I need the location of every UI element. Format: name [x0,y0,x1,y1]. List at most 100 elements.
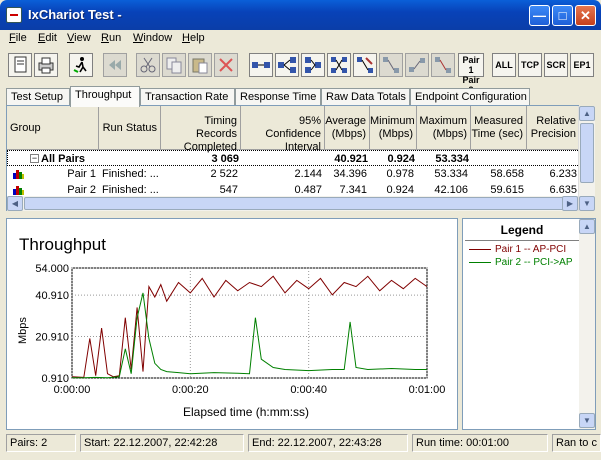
swap-icon[interactable] [327,53,351,77]
run-status: Finished: ... [102,168,159,180]
tab-test-setup[interactable]: Test Setup [6,88,70,106]
add-pair-icon[interactable] [249,53,273,77]
header-average[interactable]: Average (Mbps) [325,106,370,150]
scroll-thumb[interactable] [580,123,594,183]
app-group-icon[interactable] [431,53,455,77]
new-icon[interactable] [8,53,32,77]
menu-bar: File Edit View Run Window Help [0,30,601,48]
legend-scrollbar[interactable]: ▲ ▼ [579,219,595,429]
scroll-thumb[interactable] [24,197,564,210]
filter-tcp-button[interactable]: TCP [518,53,542,77]
scroll-up-icon[interactable]: ▲ [579,106,595,121]
pair-chart-icon [13,185,25,195]
copy-icon[interactable] [162,53,186,77]
minimize-button[interactable]: — [529,5,550,26]
video-icon[interactable] [405,53,429,77]
status-bar: Pairs: 2 Start: 22.12.2007, 22:42:28 End… [0,432,601,460]
collapse-icon[interactable]: − [30,154,39,163]
maximum: 53.334 [434,168,468,180]
filter-scr-button[interactable]: SCR [544,53,568,77]
tab-transaction-rate[interactable]: Transaction Rate [140,88,235,106]
throughput-chart: Throughput Mbps Elapsed time (h:mm:ss) 5… [17,235,446,419]
stop-icon[interactable] [103,53,127,77]
table-row[interactable]: Pair 1 Finished: ... 2 522 2.144 34.396 … [7,166,578,182]
legend-title: Legend [500,223,544,237]
app-icon [6,7,22,23]
voip-icon[interactable] [379,53,403,77]
timing-records: 2 522 [210,168,238,180]
y-axis-label: Mbps [17,317,29,344]
table-vertical-scrollbar[interactable]: ▲ ▼ [578,106,595,211]
all-pairs-minimum: 0.924 [387,153,415,165]
legend-label: Pair 2 -- PCI->AP [495,257,573,268]
all-pairs-average: 40.921 [334,153,368,165]
menu-file[interactable]: File [9,32,27,44]
average: 34.396 [333,168,367,180]
legend-item-pair-2[interactable]: Pair 2 -- PCI->AP [467,257,581,269]
scroll-right-icon[interactable]: ▶ [562,196,578,211]
y-tick-label: 40.910 [35,290,69,302]
pair-chart-icon [13,169,25,179]
header-relative-precision[interactable]: Relative Precision [527,106,578,150]
filter-all-button[interactable]: ALL [492,53,516,77]
all-pairs-timing: 3 069 [211,153,239,165]
all-pairs-label: All Pairs [41,153,86,165]
chart-title: Throughput [19,235,106,254]
table-horizontal-scrollbar[interactable]: ◀ ▶ [7,196,578,211]
status-pairs: Pairs: 2 [6,434,76,452]
toolbar: Pair 1Pair 2 ALL TCP SCR EP1 [0,50,601,95]
measured-time: 58.658 [490,168,524,180]
close-button[interactable]: ✕ [575,5,596,26]
tab-endpoint-configuration[interactable]: Endpoint Configuration [410,88,530,106]
header-run-status[interactable]: Run Status [99,106,161,150]
header-group[interactable]: Group [7,106,99,150]
legend-item-pair-1[interactable]: Pair 1 -- AP-PCI [467,244,581,256]
maximize-button[interactable]: □ [552,5,573,26]
menu-view[interactable]: View [67,32,91,44]
header-minimum[interactable]: Minimum (Mbps) [370,106,417,150]
throughput-chart-panel: Throughput Mbps Elapsed time (h:mm:ss) 5… [6,218,458,430]
edit-pair-icon[interactable] [353,53,377,77]
x-tick-label: 0:00:00 [54,384,91,396]
x-tick-label: 0:00:20 [172,384,209,396]
tab-throughput[interactable]: Throughput [70,86,140,107]
cut-icon[interactable] [136,53,160,77]
status-start: Start: 22.12.2007, 22:42:28 [80,434,244,452]
x-tick-label: 0:00:40 [290,384,327,396]
legend-swatch [469,262,491,263]
window-title: IxChariot Test - [28,7,122,22]
tab-raw-data-totals[interactable]: Raw Data Totals [321,88,410,106]
title-bar: IxChariot Test - — □ ✕ [0,0,601,30]
pair-1-pair-2-button[interactable]: Pair 1Pair 2 [458,53,484,95]
run-icon[interactable] [69,53,93,77]
table-row-all-pairs[interactable]: − All Pairs 3 069 40.921 0.924 53.334 [7,150,578,166]
tab-strip: Test Setup Throughput Transaction Rate R… [6,86,596,107]
tab-response-time[interactable]: Response Time [235,88,321,106]
x-tick-label: 0:01:00 [409,384,446,396]
status-ran-to: Ran to c [552,434,601,452]
header-measured-time[interactable]: Measured Time (sec) [471,106,527,150]
filter-ep1-button[interactable]: EP1 [570,53,594,77]
delete-icon[interactable] [214,53,238,77]
header-confidence[interactable]: 95% Confidence Interval [241,106,325,153]
legend-label: Pair 1 -- AP-PCI [495,244,567,255]
header-timing-records[interactable]: Timing Records Completed [161,106,241,153]
scroll-up-icon[interactable]: ▲ [579,219,595,234]
legend-swatch [469,249,491,250]
relative-precision: 6.233 [549,168,577,180]
menu-edit[interactable]: Edit [38,32,57,44]
menu-window[interactable]: Window [133,32,172,44]
all-pairs-maximum: 53.334 [435,153,469,165]
print-icon[interactable] [34,53,58,77]
menu-run[interactable]: Run [101,32,121,44]
status-run-time: Run time: 00:01:00 [412,434,548,452]
endpoint-icon[interactable] [301,53,325,77]
multicast-icon[interactable] [275,53,299,77]
menu-help[interactable]: Help [182,32,205,44]
scroll-down-icon[interactable]: ▼ [579,413,595,428]
paste-icon[interactable] [188,53,212,77]
scroll-down-icon[interactable]: ▼ [579,196,595,211]
y-tick-label: 20.910 [35,332,69,344]
scroll-left-icon[interactable]: ◀ [7,196,23,211]
header-maximum[interactable]: Maximum (Mbps) [417,106,471,150]
